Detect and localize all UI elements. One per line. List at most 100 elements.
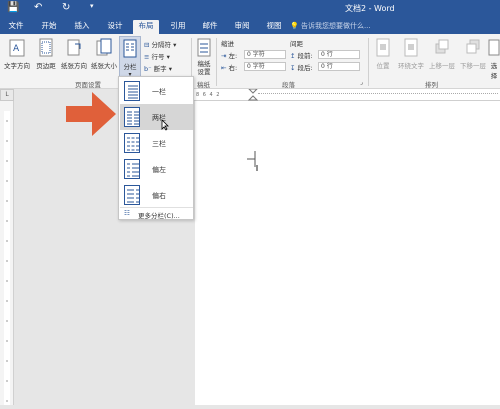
bring-forward-icon: [435, 39, 449, 54]
line-numbers-label: 行号: [151, 53, 165, 61]
hyphenation-button[interactable]: b⁻ 断字 ▾: [144, 63, 172, 73]
ribbon-tabs: 文件 开始 插入 设计 布局 引用 邮件 审阅 视图 💡 告诉我您想要做什么..…: [0, 18, 500, 34]
paragraph-group-label: 段落: [282, 81, 295, 89]
tell-me-box[interactable]: 💡 告诉我您想要做什么...: [290, 21, 371, 31]
spacing-after-icon: ↧: [290, 64, 296, 72]
selection-pane-button[interactable]: 选择: [488, 38, 500, 80]
document-page[interactable]: [195, 101, 500, 405]
group-separator: [368, 38, 369, 86]
text-direction-button[interactable]: A 文字方向: [2, 38, 32, 70]
orientation-icon: [67, 39, 81, 56]
spacing-before-text: 段前:: [297, 52, 313, 60]
paragraph-dialog-launcher-icon[interactable]: ⌟: [360, 79, 363, 86]
send-backward-icon: [466, 39, 480, 54]
indent-right-input[interactable]: 0 字符: [244, 62, 286, 71]
undo-icon[interactable]: ↶: [34, 2, 42, 13]
tab-design[interactable]: 设计: [103, 20, 127, 34]
spacing-before-input[interactable]: 0 行: [318, 50, 360, 59]
columns-option-one[interactable]: 一栏: [120, 78, 193, 104]
position-button[interactable]: 位置: [371, 38, 395, 70]
columns-button[interactable]: 分栏 ▾: [119, 36, 141, 78]
bring-forward-button[interactable]: 上移一层: [427, 38, 457, 70]
vertical-ruler[interactable]: [0, 101, 14, 405]
size-button[interactable]: 纸张大小: [89, 38, 119, 70]
columns-label: 分栏: [123, 63, 137, 71]
customize-quick-access-icon[interactable]: ▾: [90, 2, 94, 10]
save-icon[interactable]: 💾: [7, 2, 19, 13]
line-numbers-button[interactable]: ≡ 行号 ▾: [144, 51, 170, 61]
group-separator: [216, 38, 217, 86]
text-direction-icon: A: [9, 39, 25, 57]
ruler-tick-labels: 8 6 4 2: [196, 92, 221, 98]
draft-settings-label: 稿纸 设置: [197, 60, 211, 76]
columns-option-two[interactable]: 两栏: [120, 104, 193, 131]
wrap-text-button[interactable]: 环绕文字: [396, 38, 426, 70]
indent-right-icon: ⇤: [221, 64, 227, 72]
title-bar: 💾 ↶ ↻ ▾ 文档2 - Word: [0, 0, 500, 18]
bring-forward-label: 上移一层: [429, 62, 455, 70]
columns-option-label: 偏左: [152, 166, 166, 174]
send-backward-label: 下移一层: [460, 62, 486, 70]
tab-selector[interactable]: L: [0, 89, 14, 101]
margins-icon: [39, 38, 53, 57]
indent-left-text: 左:: [228, 52, 238, 60]
draft-group-label: 稿纸: [197, 81, 210, 89]
indent-marker-icon[interactable]: [248, 89, 258, 101]
wrap-text-label: 环绕文字: [398, 62, 424, 70]
columns-option-label: 三栏: [152, 140, 166, 148]
more-columns-label: 更多分栏(C)...: [138, 212, 180, 220]
text-direction-label: 文字方向: [4, 62, 30, 70]
columns-option-label: 偏右: [152, 192, 166, 200]
size-label: 纸张大小: [91, 62, 117, 70]
orientation-label: 纸张方向: [61, 62, 87, 70]
tab-layout[interactable]: 布局: [133, 20, 159, 34]
spacing-before-icon: ↥: [290, 52, 296, 60]
tab-insert[interactable]: 插入: [70, 20, 94, 34]
spacing-after-label: ↧ 段后:: [290, 62, 313, 72]
tab-view[interactable]: 视图: [262, 20, 286, 34]
columns-option-label: 一栏: [152, 88, 166, 96]
margins-button[interactable]: 页边距: [33, 38, 59, 70]
position-icon: [376, 38, 390, 57]
columns-option-right[interactable]: 偏右: [120, 182, 193, 208]
columns-option-three[interactable]: 三栏: [120, 130, 193, 156]
hyphenation-icon: b⁻: [144, 65, 152, 73]
pointer-arrow-icon: [66, 92, 116, 136]
lightbulb-icon: 💡: [290, 22, 299, 30]
draft-settings-button[interactable]: 稿纸 设置: [194, 38, 214, 76]
send-backward-button[interactable]: 下移一层: [458, 38, 488, 70]
tab-references[interactable]: 引用: [166, 20, 190, 34]
indent-right-text: 右:: [228, 64, 238, 72]
spacing-after-input[interactable]: 0 行: [318, 62, 360, 71]
indent-left-input[interactable]: 0 字符: [244, 50, 286, 59]
svg-text:A: A: [13, 44, 20, 54]
tab-mailings[interactable]: 邮件: [198, 20, 222, 34]
orientation-button[interactable]: 纸张方向: [59, 38, 89, 70]
indent-left-label: ⇥ 左:: [221, 50, 237, 60]
indent-right-label: ⇤ 右:: [221, 62, 237, 72]
more-columns-option[interactable]: ☷ 更多分栏(C)...: [120, 207, 193, 220]
breaks-label: 分隔符: [151, 41, 172, 49]
tab-review[interactable]: 审阅: [230, 20, 254, 34]
ribbon: A 文字方向 页边距 纸张方向 纸张大小 分栏 ▾ ⊟ 分隔符 ▾ ≡ 行号 ▾…: [0, 34, 500, 89]
columns-option-left[interactable]: 偏左: [120, 156, 193, 182]
tab-home[interactable]: 开始: [37, 20, 61, 34]
spacing-label: 间距: [290, 40, 303, 48]
breaks-button[interactable]: ⊟ 分隔符 ▾: [144, 39, 176, 49]
ruler-scale: [258, 93, 498, 96]
two-columns-icon: [124, 107, 140, 127]
vertical-ruler-ticks: [4, 111, 10, 405]
tab-file[interactable]: 文件: [4, 20, 28, 34]
breaks-icon: ⊟: [144, 41, 150, 49]
horizontal-ruler[interactable]: 8 6 4 2: [190, 89, 500, 101]
page-setup-group-label: 页面设置: [75, 81, 101, 89]
spacing-before-label: ↥ 段前:: [290, 50, 313, 60]
indent-left-icon: ⇥: [221, 52, 227, 60]
draft-paper-icon: [197, 38, 211, 57]
columns-dropdown-menu: 一栏 两栏 三栏 偏左 偏右 ☷ 更多分栏(C)...: [118, 76, 194, 220]
three-columns-icon: [124, 133, 140, 153]
margins-label: 页边距: [36, 62, 56, 70]
window-title: 文档2 - Word: [345, 4, 395, 13]
redo-icon[interactable]: ↻: [62, 2, 70, 13]
page-size-icon: [96, 38, 112, 56]
